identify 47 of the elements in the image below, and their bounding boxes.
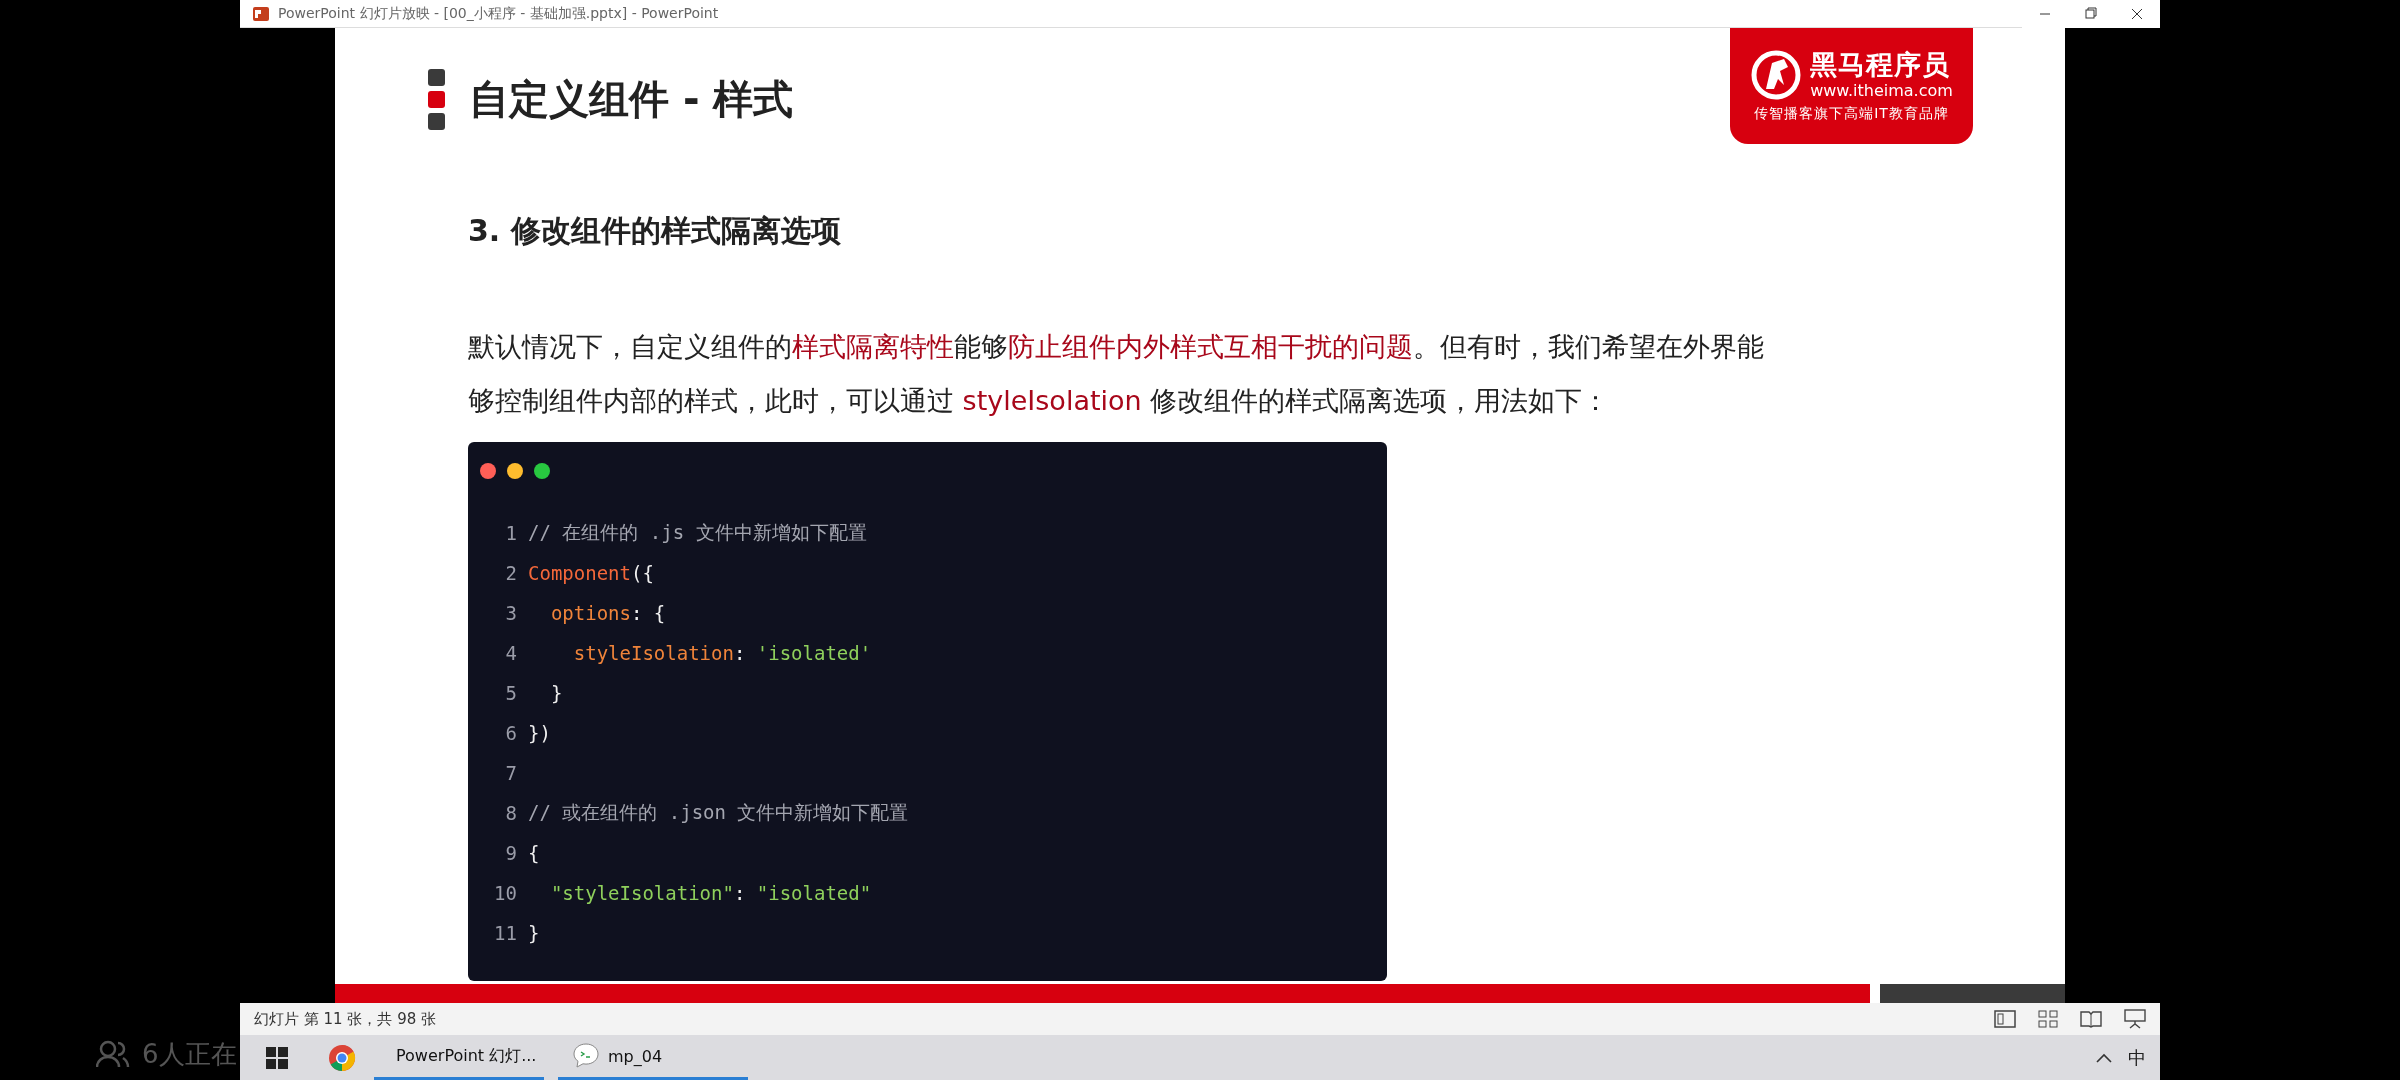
code-line: } xyxy=(528,922,540,944)
brand-name: 黑马程序员 xyxy=(1810,49,1952,81)
viewer-count: 6人正在 xyxy=(142,1037,237,1071)
windows-start-icon[interactable] xyxy=(266,1046,288,1069)
code-line: Component({ xyxy=(528,562,654,584)
code-line: // 或在组件的 .json 文件中新增如下配置 xyxy=(528,800,909,825)
section-heading: 3. 修改组件的样式隔离选项 xyxy=(468,212,842,250)
code-line: options: { xyxy=(549,602,666,624)
code-line: }) xyxy=(528,722,551,744)
line-number: 11 xyxy=(493,922,517,944)
taskbar-app-button[interactable]: mp_04 xyxy=(558,1035,748,1080)
line-number: 4 xyxy=(504,642,517,664)
code-line: "styleIsolation": "isolated" xyxy=(549,882,872,904)
chat-bubble-icon xyxy=(572,1042,600,1070)
slideshow-icon[interactable] xyxy=(2124,1009,2146,1029)
code-line: // 在组件的 .js 文件中新增如下配置 xyxy=(528,520,867,545)
code-line: { xyxy=(528,842,540,864)
chrome-icon[interactable] xyxy=(328,1043,356,1072)
line-number: 10 xyxy=(493,882,517,904)
normal-view-icon[interactable] xyxy=(1994,1010,2016,1028)
slide-title: 自定义组件 - 样式 xyxy=(469,75,794,124)
powerpoint-icon xyxy=(252,4,270,23)
slide-counter: 幻灯片 第 11 张，共 98 张 xyxy=(254,1009,436,1029)
square-bullets-icon xyxy=(428,69,445,130)
window-title: PowerPoint 幻灯片放映 - [00_小程序 - 基础加强.pptx] - PowerPoint xyxy=(278,4,719,23)
window-dot-icon xyxy=(534,463,550,479)
code-line: styleIsolation: 'isolated' xyxy=(572,642,872,664)
line-number: 9 xyxy=(504,842,517,864)
slide-sorter-icon[interactable] xyxy=(2038,1010,2058,1028)
window-dot-icon xyxy=(480,463,496,479)
reading-view-icon[interactable] xyxy=(2080,1010,2102,1028)
line-number: 5 xyxy=(504,682,517,704)
line-number: 6 xyxy=(504,722,517,744)
input-method-indicator[interactable]: 中 xyxy=(2128,1045,2146,1070)
brand-tagline: 传智播客旗下高端IT教育品牌 xyxy=(1754,105,1949,123)
line-number: 8 xyxy=(504,802,517,824)
line-number: 2 xyxy=(504,562,517,584)
taskbar-app-button[interactable]: PowerPoint 幻灯... xyxy=(374,1035,544,1080)
line-number: 1 xyxy=(504,522,517,544)
line-number: 3 xyxy=(504,602,517,624)
body-paragraph: 默认情况下，自定义组件的样式隔离特性能够防止组件内外样式互相干扰的问题。但有时，我们希望在外界能够控制组件内部的样式，此时，可以通过 styleIsolation 修改组件的样式隔离选项，用法如下： xyxy=(468,330,1765,418)
caret-up-icon[interactable] xyxy=(2096,1052,2112,1063)
brand-url: www.itheima.com xyxy=(1810,81,1953,101)
window-dot-icon xyxy=(507,463,523,479)
people-icon xyxy=(96,1040,130,1068)
code-line: } xyxy=(549,682,563,704)
line-number: 7 xyxy=(504,762,517,784)
